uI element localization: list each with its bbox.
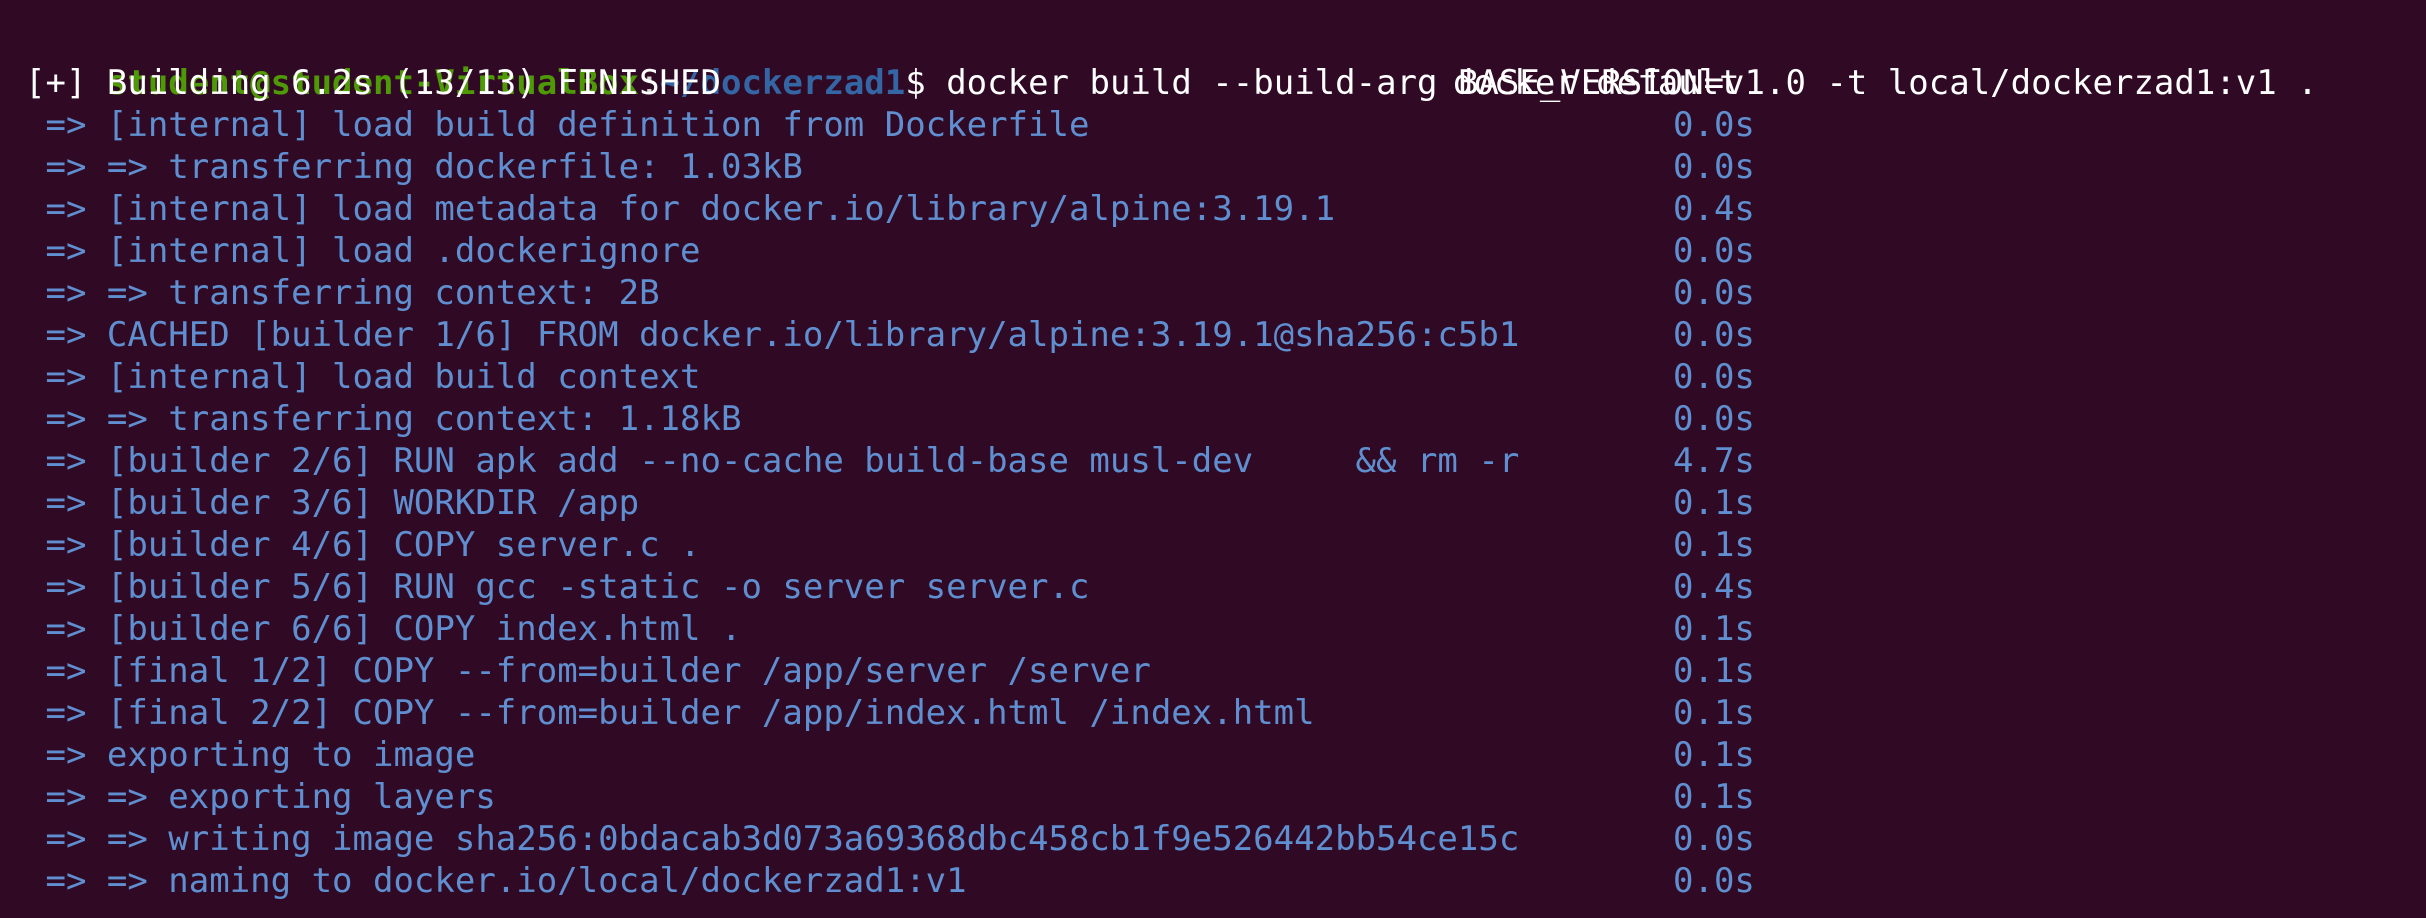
build-step-text: => => exporting layers: [25, 777, 496, 817]
build-step-time: 0.4s: [1673, 189, 1755, 229]
build-step-line: => => exporting layers 0.1s: [25, 776, 2405, 818]
build-step-time: 0.0s: [1673, 105, 1755, 145]
build-step-time: 0.0s: [1673, 357, 1755, 397]
build-step-text: => [final 1/2] COPY --from=builder /app/…: [25, 651, 1151, 691]
build-step-line: => => naming to docker.io/local/dockerza…: [25, 860, 2405, 902]
prompt-line: student@student-VirtualBox:~/dockerzad1$…: [25, 20, 2318, 103]
build-step-text: => => writing image sha256:0bdacab3d073a…: [25, 819, 1520, 859]
build-status: [+] Building 6.2s (13/13) FINISHED: [25, 63, 721, 103]
build-step-time: 4.7s: [1673, 441, 1755, 481]
build-step-text: => [internal] load build context: [25, 357, 701, 397]
build-step-time: 0.0s: [1673, 273, 1755, 313]
build-step-line: => [internal] load build definition from…: [25, 104, 2405, 146]
build-context: docker:default: [1453, 63, 1740, 103]
build-step-time: 0.1s: [1673, 693, 1755, 733]
build-step-text: => exporting to image: [25, 735, 476, 775]
build-step-text: => [final 2/2] COPY --from=builder /app/…: [25, 693, 1315, 733]
build-step-text: => => transferring context: 1.18kB: [25, 399, 742, 439]
build-step-line: => [builder 6/6] COPY index.html . 0.1s: [25, 608, 2405, 650]
build-step-line: => => transferring dockerfile: 1.03kB 0.0…: [25, 146, 2405, 188]
build-step-time: 0.1s: [1673, 525, 1755, 565]
build-step-line: => CACHED [builder 1/6] FROM docker.io/l…: [25, 314, 2405, 356]
build-step-line: => [builder 5/6] RUN gcc -static -o serv…: [25, 566, 2405, 608]
build-step-line: => [internal] load metadata for docker.i…: [25, 188, 2405, 230]
build-step-line: => [internal] load .dockerignore 0.0s: [25, 230, 2405, 272]
build-step-time: 0.1s: [1673, 735, 1755, 775]
build-step-text: => [builder 5/6] RUN gcc -static -o serv…: [25, 567, 1090, 607]
build-step-line: => [builder 2/6] RUN apk add --no-cache …: [25, 440, 2405, 482]
build-step-text: => [builder 6/6] COPY index.html .: [25, 609, 742, 649]
build-step-time: 0.1s: [1673, 483, 1755, 523]
build-step-line: => [builder 3/6] WORKDIR /app 0.1s: [25, 482, 2405, 524]
build-step-line: => => transferring context: 2B 0.0s: [25, 272, 2405, 314]
build-step-time: 0.0s: [1673, 399, 1755, 439]
build-header-line: [+] Building 6.2s (13/13) FINISHED docke…: [25, 62, 2405, 104]
build-step-time: 0.0s: [1673, 231, 1755, 271]
terminal-window[interactable]: student@student-VirtualBox:~/dockerzad1$…: [0, 0, 2426, 918]
build-step-line: => [final 2/2] COPY --from=builder /app/…: [25, 692, 2405, 734]
build-step-line: => [builder 4/6] COPY server.c . 0.1s: [25, 524, 2405, 566]
build-step-line: => => transferring context: 1.18kB 0.0s: [25, 398, 2405, 440]
build-step-text: => => transferring dockerfile: 1.03kB: [25, 147, 803, 187]
build-step-time: 0.1s: [1673, 777, 1755, 817]
build-step-time: 0.0s: [1673, 819, 1755, 859]
build-step-line: => exporting to image 0.1s: [25, 734, 2405, 776]
build-step-time: 0.0s: [1673, 315, 1755, 355]
build-step-time: 0.4s: [1673, 567, 1755, 607]
build-step-text: => CACHED [builder 1/6] FROM docker.io/l…: [25, 315, 1520, 355]
build-step-text: => [builder 4/6] COPY server.c .: [25, 525, 701, 565]
build-step-text: => => naming to docker.io/local/dockerza…: [25, 861, 967, 901]
build-step-line: => => writing image sha256:0bdacab3d073a…: [25, 818, 2405, 860]
build-step-text: => [internal] load .dockerignore: [25, 231, 701, 271]
build-step-time: 0.1s: [1673, 609, 1755, 649]
build-step-time: 0.0s: [1673, 147, 1755, 187]
build-step-text: => [internal] load metadata for docker.i…: [25, 189, 1336, 229]
build-step-time: 0.0s: [1673, 861, 1755, 901]
build-step-text: => [builder 2/6] RUN apk add --no-cache …: [25, 441, 1520, 481]
build-step-line: => [final 1/2] COPY --from=builder /app/…: [25, 650, 2405, 692]
build-step-line: => [internal] load build context 0.0s: [25, 356, 2405, 398]
build-step-time: 0.1s: [1673, 651, 1755, 691]
build-step-text: => [internal] load build definition from…: [25, 105, 1090, 145]
build-step-text: => [builder 3/6] WORKDIR /app: [25, 483, 640, 523]
build-step-text: => => transferring context: 2B: [25, 273, 660, 313]
